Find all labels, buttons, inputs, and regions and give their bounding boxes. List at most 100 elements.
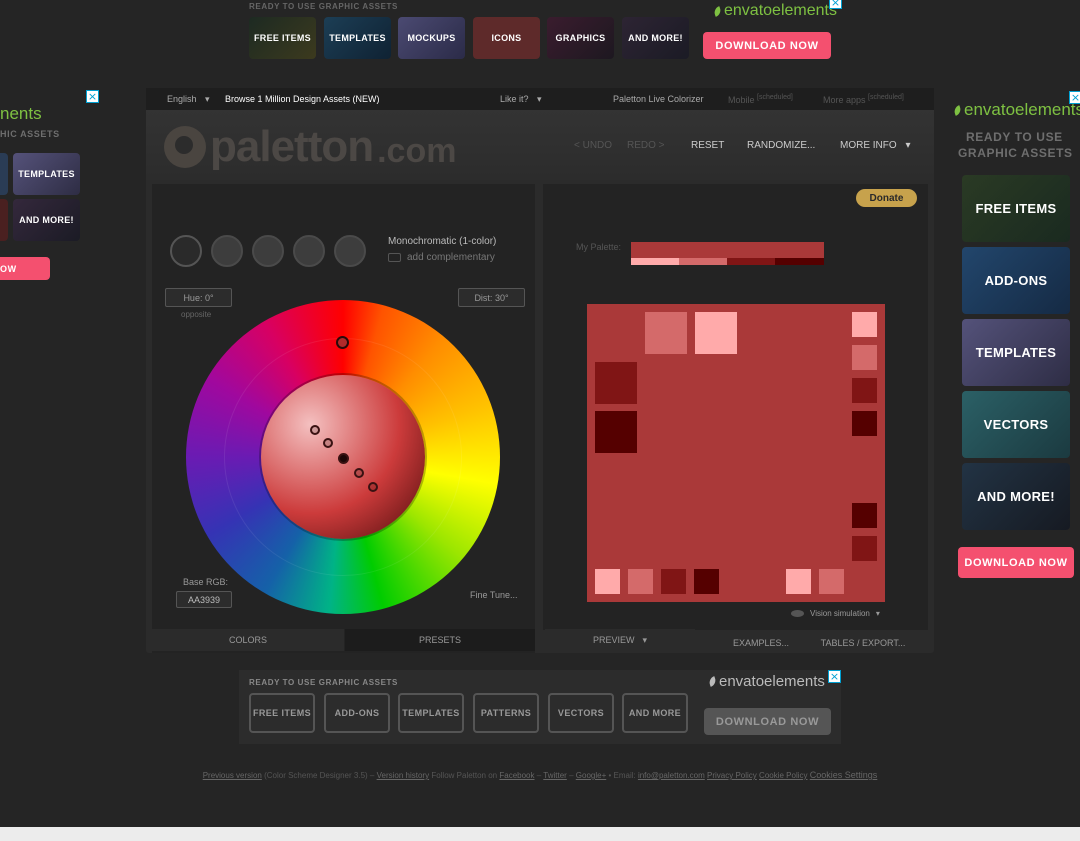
right-ad-envato-logo[interactable]: envatoelements xyxy=(952,100,1080,120)
add-complementary-toggle[interactable]: add complementary xyxy=(388,252,495,263)
email-link[interactable]: info@paletton.com xyxy=(638,771,705,780)
preview-swatch xyxy=(852,378,877,403)
email-label: • Email: xyxy=(608,771,636,780)
top-ad-tile-graphics[interactable]: GRAPHICS xyxy=(547,17,614,59)
bottom-ad-tile-templates[interactable]: TEMPLATES xyxy=(398,693,464,733)
google-plus-link[interactable]: Google+ xyxy=(576,771,606,780)
tetrad-scheme-icon[interactable] xyxy=(293,235,325,267)
mobile-link[interactable]: Mobile [scheduled] xyxy=(728,94,793,105)
preview-swatch xyxy=(595,569,620,594)
left-ad-close-icon[interactable]: × xyxy=(86,90,99,103)
right-ad-caption-line1: READY TO USE xyxy=(966,130,1063,144)
undo-button[interactable]: < UNDO xyxy=(574,140,612,151)
left-ad-download-button[interactable]: OW xyxy=(0,257,50,280)
left-ad-tile-templates[interactable]: TEMPLATES xyxy=(13,153,80,195)
twitter-link[interactable]: Twitter xyxy=(543,771,567,780)
top-ad-envato-logo[interactable]: envatoelements xyxy=(712,2,837,20)
top-ad-tile-and-more[interactable]: AND MORE! xyxy=(622,17,689,59)
bottom-ad-close-icon[interactable]: × xyxy=(828,670,841,683)
language-select[interactable]: English ▾ xyxy=(167,94,210,105)
my-palette-shade-swatch[interactable] xyxy=(775,258,824,265)
footer-separator: – xyxy=(569,771,574,780)
triad-scheme-icon[interactable] xyxy=(252,235,284,267)
bottom-ad-download-button[interactable]: DOWNLOAD NOW xyxy=(704,708,831,735)
left-ad-tile-and-more[interactable]: AND MORE! xyxy=(13,199,80,241)
right-ad-tile-free-items[interactable]: FREE ITEMS xyxy=(962,175,1070,242)
chevron-down-icon: ▾ xyxy=(205,94,210,104)
more-info-menu[interactable]: MORE INFO ▾ xyxy=(840,140,910,151)
envato-leaf-icon xyxy=(707,676,718,687)
fine-tune-link[interactable]: Fine Tune... xyxy=(470,590,518,600)
distance-field[interactable]: Dist: 30° xyxy=(458,288,525,307)
reset-button[interactable]: RESET xyxy=(691,140,724,151)
bottom-ad-tile-add-ons[interactable]: ADD-ONS xyxy=(324,693,390,733)
live-colorizer-link[interactable]: Paletton Live Colorizer xyxy=(613,94,704,104)
right-ad-close-icon[interactable]: × xyxy=(1069,91,1080,104)
previous-version-link[interactable]: Previous version xyxy=(203,771,262,780)
bottom-ad-tile-free-items[interactable]: FREE ITEMS xyxy=(249,693,315,733)
right-ad-download-button[interactable]: DOWNLOAD NOW xyxy=(958,547,1074,578)
preview-swatch xyxy=(852,536,877,561)
browse-assets-link[interactable]: Browse 1 Million Design Assets (NEW) xyxy=(225,94,380,104)
my-palette-shade-swatch[interactable] xyxy=(727,258,775,265)
base-rgb-input[interactable]: AA3939 xyxy=(176,591,232,608)
right-ad-tile-templates[interactable]: TEMPLATES xyxy=(962,319,1070,386)
left-ad-tile-partial-1[interactable] xyxy=(0,153,8,195)
mobile-label: Mobile xyxy=(728,95,755,105)
privacy-policy-link[interactable]: Privacy Policy xyxy=(707,771,757,780)
tab-tables-export[interactable]: TABLES / EXPORT... xyxy=(813,632,913,654)
like-it-menu[interactable]: Like it? ▾ xyxy=(500,94,542,105)
top-ad-tile-free-items[interactable]: FREE ITEMS xyxy=(249,17,316,59)
paletton-logo[interactable]: paletton .com xyxy=(164,122,456,172)
donate-button[interactable]: Donate xyxy=(856,189,917,207)
top-ad-close-icon[interactable]: × xyxy=(829,0,842,9)
bottom-ad-envato-logo[interactable]: envatoelements xyxy=(707,673,825,690)
shade-marker-icon[interactable] xyxy=(368,482,378,492)
bottom-ad[interactable]: READY TO USE GRAPHIC ASSETS envatoelemen… xyxy=(239,670,841,744)
cookie-settings-link[interactable]: Cookies Settings xyxy=(810,770,878,780)
randomize-button[interactable]: RANDOMIZE... xyxy=(747,140,815,151)
vision-simulation-menu[interactable]: Vision simulation ▾ xyxy=(791,609,880,618)
shade-marker-icon[interactable] xyxy=(354,468,364,478)
bottom-ad-tile-and-more[interactable]: AND MORE xyxy=(622,693,688,733)
my-palette-shade-swatch[interactable] xyxy=(631,258,679,265)
my-palette-shade-swatch[interactable] xyxy=(679,258,727,265)
right-ad-brand-text: envatoelements xyxy=(964,100,1080,119)
adjacent-scheme-icon[interactable] xyxy=(211,235,243,267)
top-ad-tile-templates[interactable]: TEMPLATES xyxy=(324,17,391,59)
envato-brand-text: envatoelements xyxy=(724,2,837,19)
right-ad-tile-vectors[interactable]: VECTORS xyxy=(962,391,1070,458)
left-ad-caption: HIC ASSETS xyxy=(0,129,60,139)
monochromatic-scheme-icon[interactable] xyxy=(170,235,202,267)
version-history-link[interactable]: Version history xyxy=(377,771,429,780)
tab-examples[interactable]: EXAMPLES... xyxy=(711,632,811,654)
top-ad-tile-icons[interactable]: ICONS xyxy=(473,17,540,59)
facebook-link[interactable]: Facebook xyxy=(499,771,534,780)
tab-preview[interactable]: PREVIEW ▾ xyxy=(545,629,695,651)
bottom-ad-tile-vectors[interactable]: VECTORS xyxy=(548,693,614,733)
left-ad-envato-logo[interactable]: nents xyxy=(0,104,42,124)
shade-marker-icon[interactable] xyxy=(310,425,320,435)
free-style-scheme-icon[interactable] xyxy=(334,235,366,267)
hue-field[interactable]: Hue: 0° xyxy=(165,288,232,307)
opposite-label[interactable]: opposite xyxy=(181,310,211,319)
tab-colors[interactable]: COLORS xyxy=(152,629,344,651)
cookie-policy-link[interactable]: Cookie Policy xyxy=(759,771,807,780)
bottom-ad-tile-patterns[interactable]: PATTERNS xyxy=(473,693,539,733)
my-palette-base-swatch[interactable] xyxy=(631,242,824,258)
right-ad-tile-add-ons[interactable]: ADD-ONS xyxy=(962,247,1070,314)
hue-handle-icon[interactable] xyxy=(336,336,349,349)
shade-marker-icon[interactable] xyxy=(323,438,333,448)
preview-swatch xyxy=(645,312,687,354)
top-ad-download-button[interactable]: DOWNLOAD NOW xyxy=(703,32,831,59)
shade-marker-icon[interactable] xyxy=(338,453,349,464)
left-ad-tile-partial-2[interactable] xyxy=(0,199,8,241)
right-ad-tile-and-more[interactable]: AND MORE! xyxy=(962,463,1070,530)
tab-presets[interactable]: PRESETS xyxy=(345,629,535,651)
preview-swatch xyxy=(695,312,737,354)
mobile-scheduled-note: [scheduled] xyxy=(757,94,793,101)
redo-button[interactable]: REDO > xyxy=(627,140,665,151)
top-ad-tile-mockups[interactable]: MOCKUPS xyxy=(398,17,465,59)
chevron-down-icon: ▾ xyxy=(642,634,648,645)
more-apps-link[interactable]: More apps [scheduled] xyxy=(823,94,904,105)
